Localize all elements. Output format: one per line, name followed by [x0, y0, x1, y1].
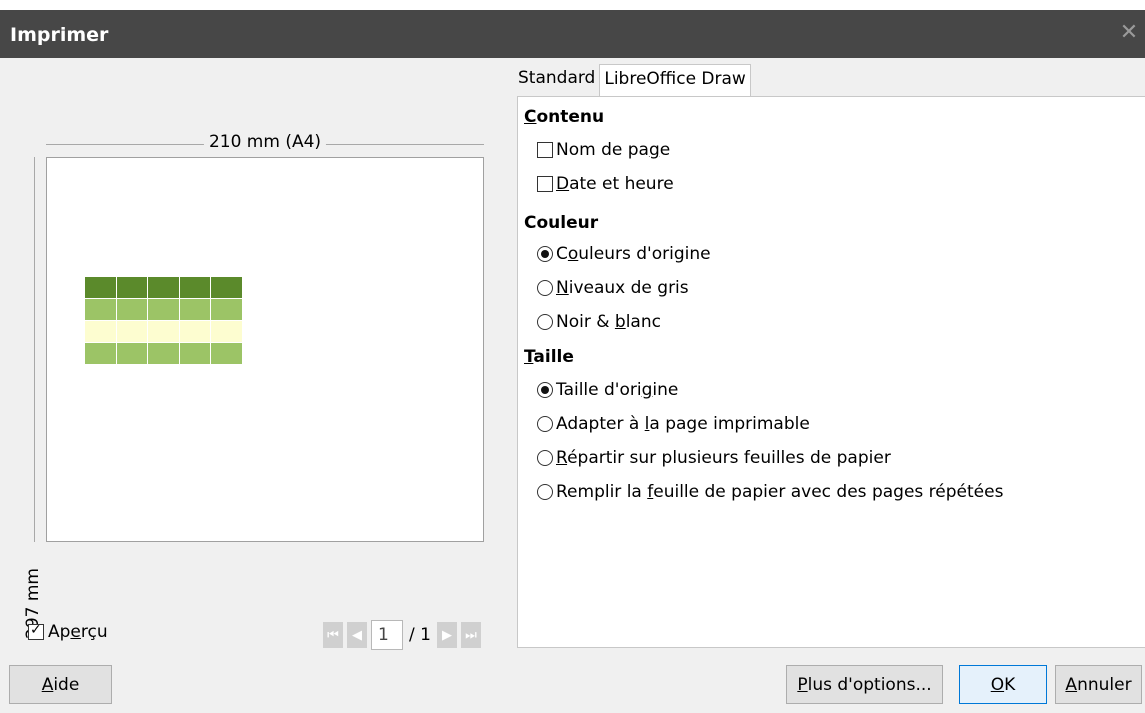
grayscale-label: Niveaux de gris	[556, 278, 689, 298]
original-colors-label: Couleurs d'origine	[556, 244, 711, 264]
page-preview	[46, 157, 484, 542]
table-preview-cell	[85, 299, 117, 321]
original-size-radio[interactable]: Taille d'origine	[537, 380, 678, 400]
first-page-icon[interactable]: ⏮	[323, 622, 343, 648]
original-size-radio-dot[interactable]	[537, 382, 553, 398]
date-time-label: Date et heure	[556, 174, 674, 194]
original-colors-radio-dot[interactable]	[537, 246, 553, 262]
table-preview	[85, 277, 242, 365]
table-preview-cell	[211, 343, 242, 365]
table-preview-cell	[179, 299, 212, 321]
table-preview-cell	[116, 321, 149, 343]
black-white-radio-dot[interactable]	[537, 314, 553, 330]
options-panel: Contenu Nom de page Date et heure Couleu…	[517, 96, 1145, 648]
fit-to-page-radio-dot[interactable]	[537, 416, 553, 432]
table-preview-row	[85, 299, 242, 321]
preview-checkbox-box[interactable]	[28, 622, 44, 640]
black-white-label: Noir & blanc	[556, 312, 661, 332]
date-time-checkbox-box[interactable]	[537, 176, 553, 192]
table-preview-cell	[179, 343, 212, 365]
more-options-button[interactable]: Plus d'options...	[786, 665, 943, 704]
table-preview-cell	[116, 343, 149, 365]
distribute-pages-radio-dot[interactable]	[537, 450, 553, 466]
grayscale-radio-dot[interactable]	[537, 280, 553, 296]
distribute-pages-label: Répartir sur plusieurs feuilles de papie…	[556, 448, 891, 468]
table-preview-cell	[211, 277, 242, 299]
table-preview-cell	[148, 321, 180, 343]
table-preview-cell	[116, 277, 149, 299]
tab-bar: Standard LibreOffice Draw	[514, 64, 751, 97]
tab-standard[interactable]: Standard	[514, 64, 599, 96]
table-preview-cell	[116, 299, 149, 321]
last-page-icon[interactable]: ⏭	[460, 622, 481, 648]
cancel-button[interactable]: Annuler	[1055, 665, 1142, 704]
date-time-checkbox[interactable]: Date et heure	[537, 174, 674, 194]
table-preview-cell	[148, 277, 180, 299]
height-ruler-line	[34, 157, 35, 542]
table-preview-row	[85, 343, 242, 365]
tile-pages-label: Remplir la feuille de papier avec des pa…	[556, 482, 1004, 502]
fit-to-page-radio[interactable]: Adapter à la page imprimable	[537, 414, 810, 434]
page-name-label: Nom de page	[556, 140, 671, 160]
next-page-icon[interactable]: ▶	[436, 622, 457, 648]
height-ruler: 297 mm	[22, 157, 48, 644]
table-preview-cell	[211, 321, 242, 343]
page-number-input[interactable]: 1	[371, 620, 403, 650]
tile-pages-radio[interactable]: Remplir la feuille de papier avec des pa…	[537, 482, 1003, 502]
table-preview-cell	[85, 321, 117, 343]
table-preview-cell	[85, 277, 117, 299]
page-name-checkbox[interactable]: Nom de page	[537, 140, 670, 160]
width-ruler-label: 210 mm (A4)	[203, 132, 327, 152]
black-white-radio[interactable]: Noir & blanc	[537, 312, 661, 332]
width-ruler: 210 mm (A4)	[46, 131, 484, 157]
ok-button[interactable]: OK	[959, 665, 1047, 704]
table-preview-cell	[148, 299, 180, 321]
table-preview-row	[85, 321, 242, 343]
grayscale-radio[interactable]: Niveaux de gris	[537, 278, 689, 298]
distribute-pages-radio[interactable]: Répartir sur plusieurs feuilles de papie…	[537, 448, 891, 468]
close-icon[interactable]: ✕	[1119, 20, 1139, 46]
table-preview-cell	[148, 343, 180, 365]
original-size-label: Taille d'origine	[556, 380, 679, 400]
tab-libreoffice-draw[interactable]: LibreOffice Draw	[599, 64, 751, 97]
fit-to-page-label: Adapter à la page imprimable	[556, 414, 810, 434]
page-name-checkbox-box[interactable]	[537, 142, 553, 158]
section-taille: Taille	[524, 347, 574, 367]
table-preview-cell	[179, 321, 212, 343]
show-preview-checkbox[interactable]: Aperçu	[28, 622, 108, 642]
previous-page-icon[interactable]: ◀	[347, 622, 367, 648]
help-button[interactable]: Aide	[9, 665, 112, 704]
section-contenu: Contenu	[524, 107, 605, 127]
original-colors-radio[interactable]: Couleurs d'origine	[537, 244, 711, 264]
tile-pages-radio-dot[interactable]	[537, 484, 553, 500]
table-preview-cell	[211, 299, 242, 321]
table-preview-cell	[85, 343, 117, 365]
table-preview-cell	[179, 277, 212, 299]
preview-checkbox-label: Aperçu	[48, 622, 108, 642]
section-couleur: Couleur	[524, 213, 599, 233]
table-preview-row	[85, 277, 242, 299]
window-title: Imprimer	[10, 24, 109, 46]
page-total: / 1	[409, 625, 431, 645]
page-navigation: ⏮ ◀ 1 / 1 ▶ ⏭	[323, 620, 481, 650]
title-bar: Imprimer ✕	[0, 0, 1145, 58]
